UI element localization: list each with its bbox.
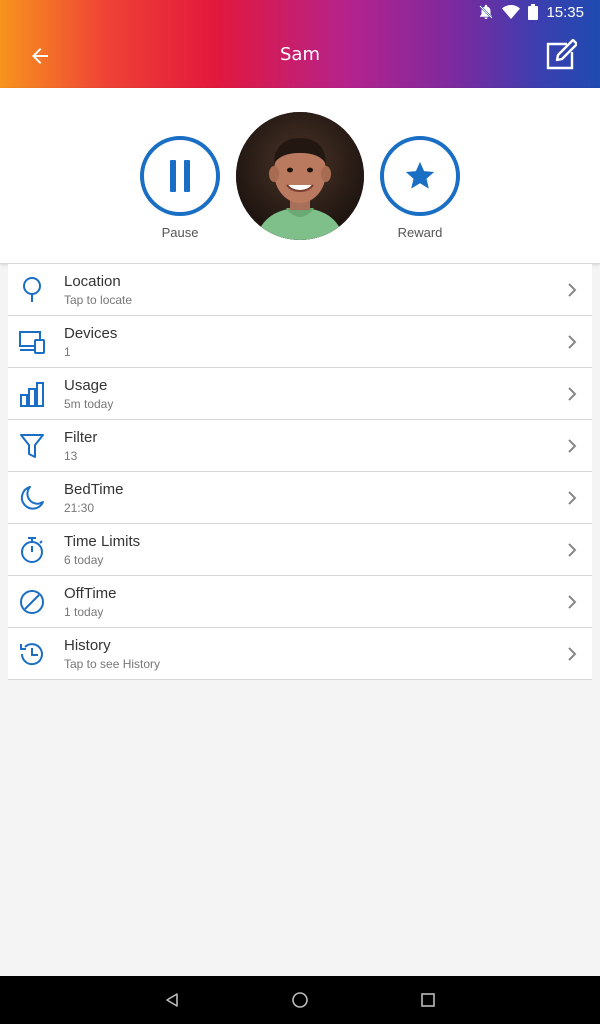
nav-recents-button[interactable] <box>416 988 440 1012</box>
menu-item-title: History <box>64 637 111 654</box>
recents-square-icon <box>421 993 435 1007</box>
reward-label: Reward <box>397 225 443 240</box>
history-icon <box>20 643 43 666</box>
notifications-off-icon <box>479 4 494 19</box>
menu-item-title: Devices <box>64 325 118 342</box>
chevron-right-icon <box>568 491 577 505</box>
battery-icon <box>528 4 539 20</box>
menu-item-subtitle: Tap to locate <box>64 293 133 307</box>
filter-icon <box>20 434 44 458</box>
menu-item-title: BedTime <box>64 481 124 498</box>
page-title: Sam <box>280 44 320 65</box>
chevron-right-icon <box>568 335 577 349</box>
chevron-right-icon <box>568 543 577 557</box>
chevron-right-icon <box>568 647 577 661</box>
nav-back-button[interactable] <box>160 988 184 1012</box>
pause-button[interactable] <box>140 136 220 216</box>
pause-label: Pause <box>161 225 199 240</box>
menu-item-title: Location <box>64 273 121 290</box>
edit-icon <box>546 39 577 70</box>
menu-item-title: OffTime <box>64 585 117 602</box>
edit-button[interactable] <box>540 36 580 76</box>
arrow-left-icon <box>32 48 48 64</box>
status-bar: 15:35 <box>478 0 600 24</box>
menu-item-title: Filter <box>64 429 98 446</box>
menu-item-subtitle: 13 <box>64 449 78 463</box>
settings-list: Location Tap to locate Devices 1 Usage 5… <box>8 264 592 680</box>
menu-item-devices[interactable]: Devices 1 <box>8 316 592 368</box>
stopwatch-icon <box>21 537 43 563</box>
menu-item-subtitle: 1 <box>64 345 71 359</box>
app-header: 15:35 Sam <box>0 0 600 88</box>
wifi-icon <box>502 5 521 19</box>
star-icon <box>405 161 435 189</box>
menu-item-subtitle: 1 today <box>64 605 104 619</box>
menu-item-filter[interactable]: Filter 13 <box>8 420 592 472</box>
menu-item-bedtime[interactable]: BedTime 21:30 <box>8 472 592 524</box>
location-pin-icon <box>23 277 41 302</box>
nav-home-button[interactable] <box>288 988 312 1012</box>
status-time: 15:35 <box>546 3 584 21</box>
chevron-right-icon <box>568 387 577 401</box>
menu-item-subtitle: 21:30 <box>64 501 95 515</box>
moon-icon <box>20 486 44 510</box>
chevron-right-icon <box>568 283 577 297</box>
back-triangle-icon <box>166 993 178 1007</box>
menu-item-location[interactable]: Location Tap to locate <box>8 264 592 316</box>
menu-item-subtitle: Tap to see History <box>64 657 161 671</box>
menu-item-title: Time Limits <box>64 533 141 550</box>
devices-icon <box>19 331 45 354</box>
bar-chart-icon <box>20 382 44 407</box>
reward-button[interactable] <box>380 136 460 216</box>
menu-item-offtime[interactable]: OffTime 1 today <box>8 576 592 628</box>
pause-icon <box>170 160 190 192</box>
menu-item-time-limits[interactable]: Time Limits 6 today <box>8 524 592 576</box>
block-icon <box>20 590 44 614</box>
menu-item-subtitle: 5m today <box>64 397 114 411</box>
menu-item-usage[interactable]: Usage 5m today <box>8 368 592 420</box>
menu-item-history[interactable]: History Tap to see History <box>8 628 592 680</box>
back-button[interactable] <box>20 40 60 72</box>
chevron-right-icon <box>568 595 577 609</box>
system-nav-bar <box>0 976 600 1024</box>
child-avatar <box>236 112 364 240</box>
home-circle-icon <box>292 992 308 1008</box>
chevron-right-icon <box>568 439 577 453</box>
menu-item-subtitle: 6 today <box>64 553 104 567</box>
menu-item-title: Usage <box>64 377 108 394</box>
profile-card: Pause Reward <box>0 88 600 264</box>
